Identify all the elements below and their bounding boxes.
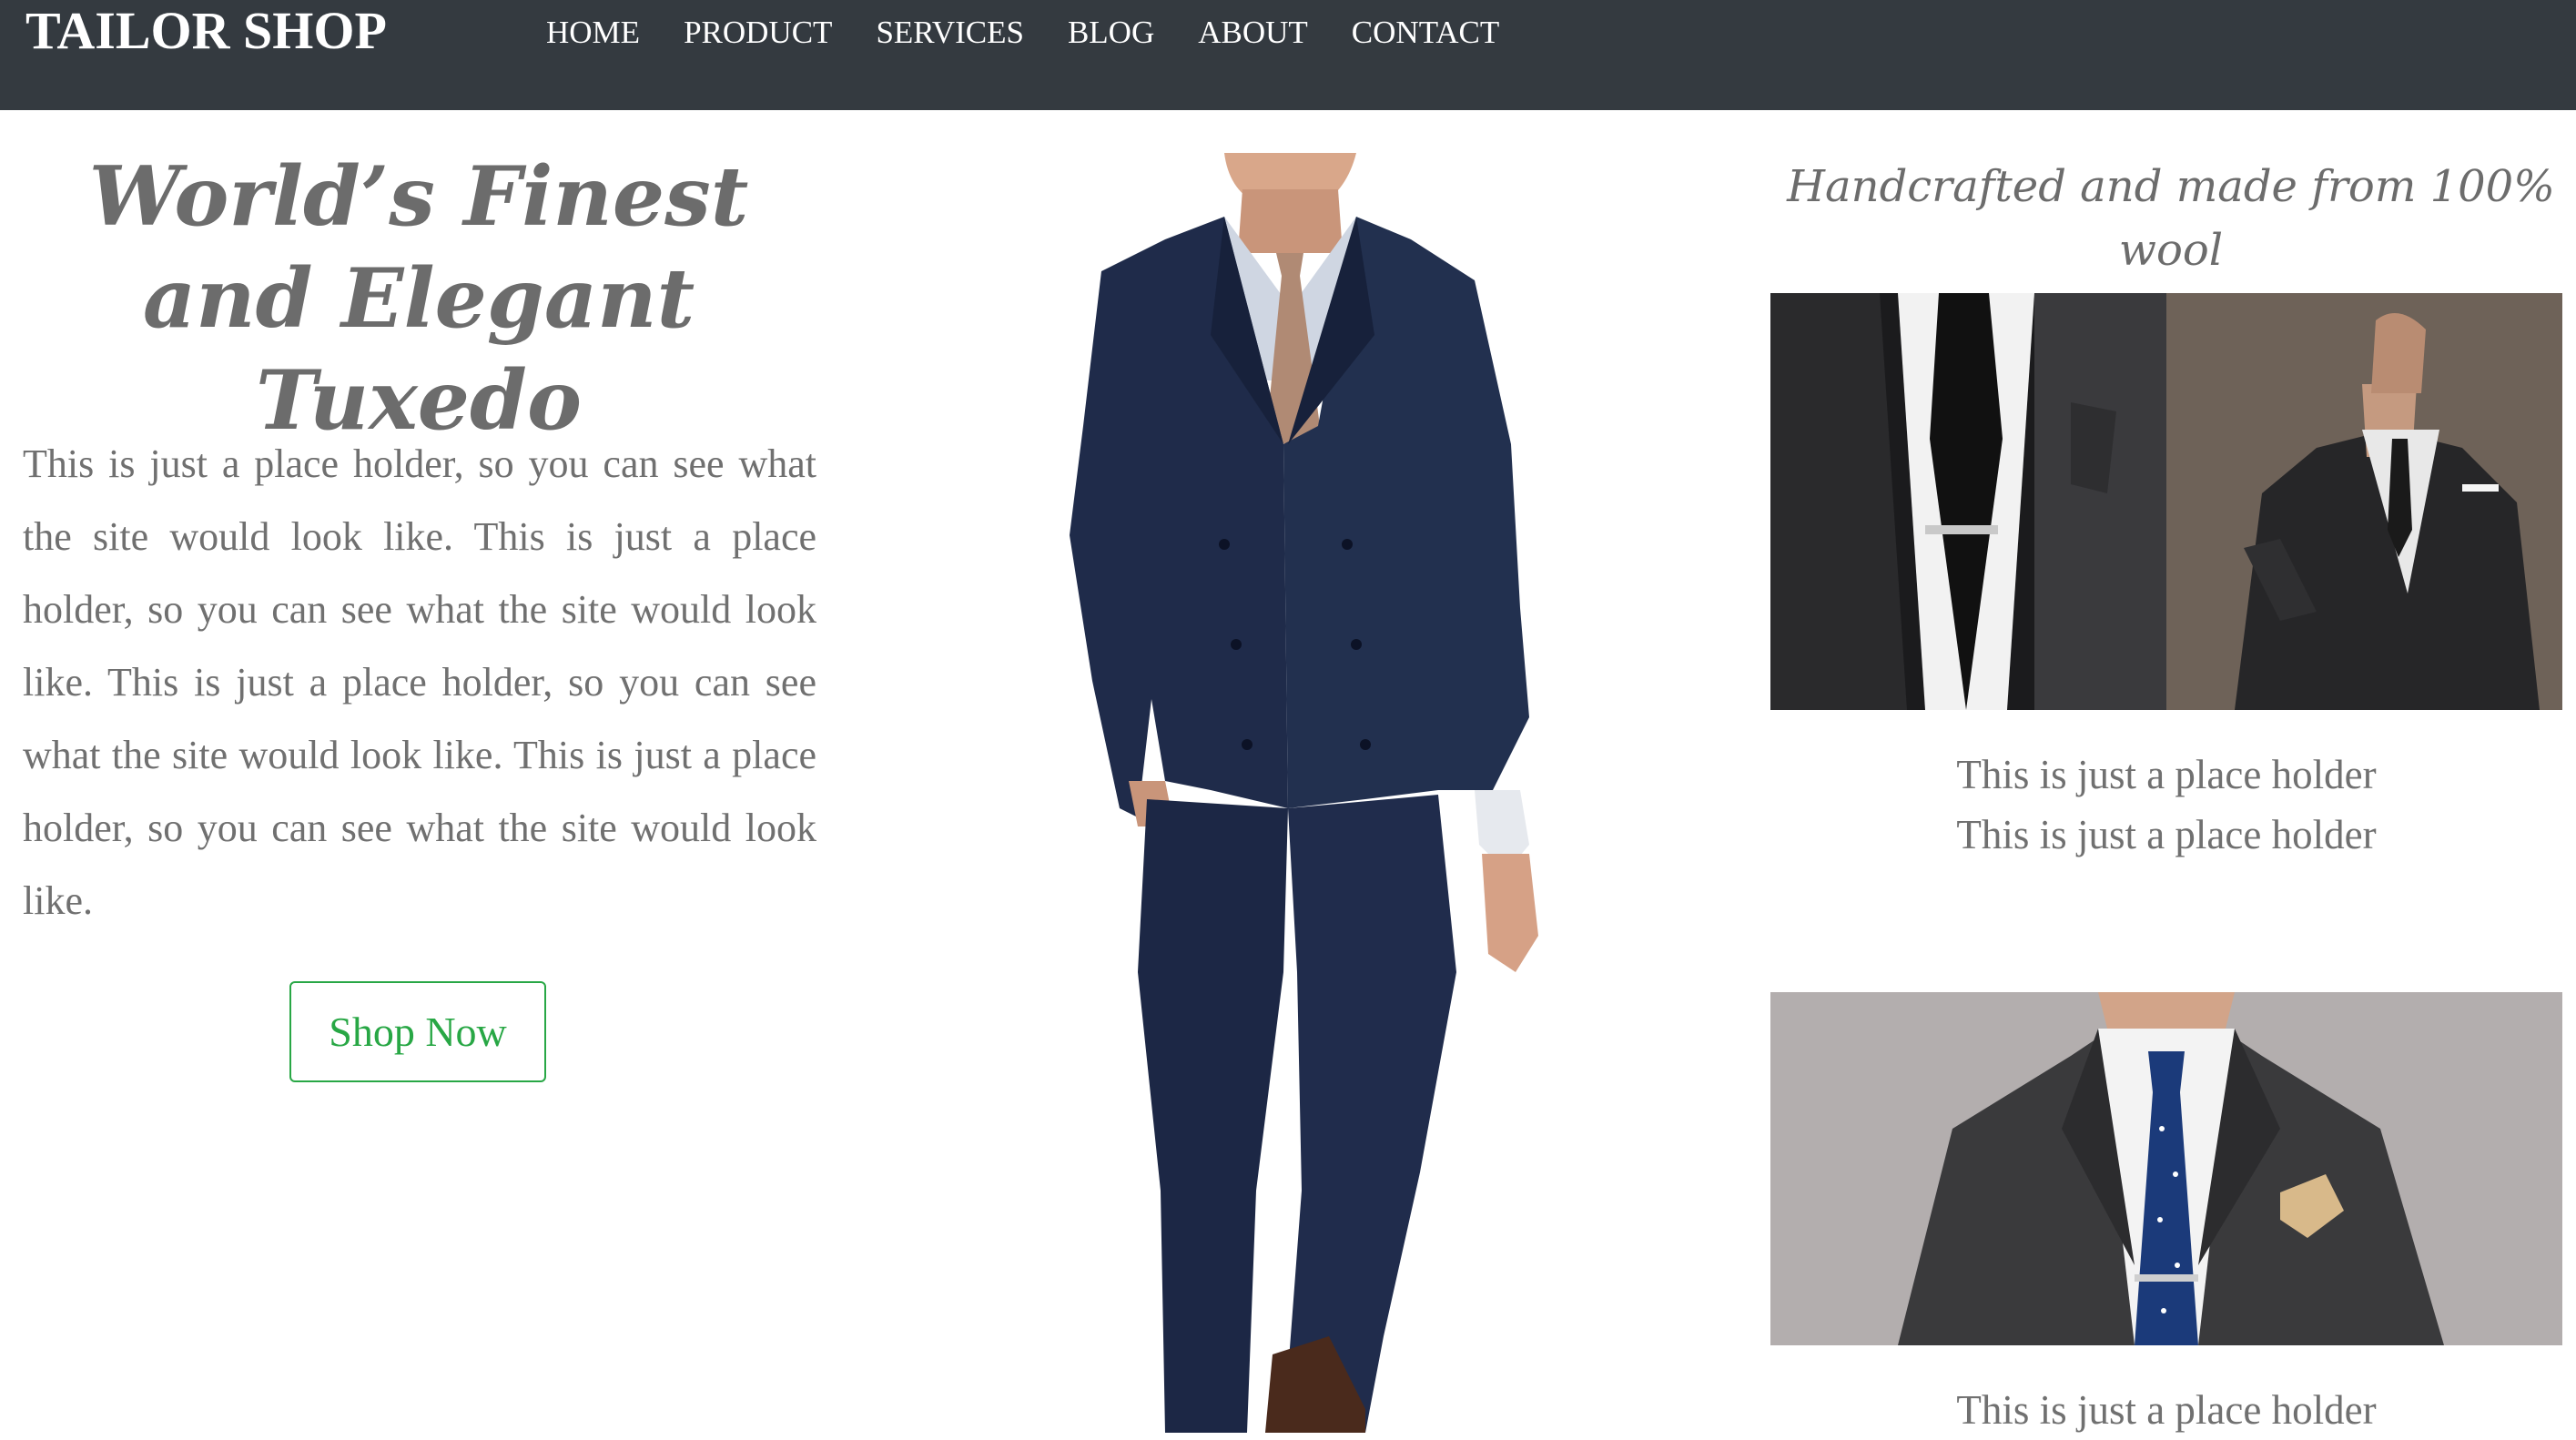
brand-logo[interactable]: TAILOR SHOP: [25, 2, 387, 60]
nav-link-home[interactable]: HOME: [546, 15, 640, 51]
side-section-title: Handcrafted and made from 100% wool: [1787, 161, 2555, 276]
shop-now-button[interactable]: Shop Now: [289, 981, 546, 1082]
nav-link-services[interactable]: SERVICES: [876, 15, 1024, 51]
suit-detail-image: [1770, 293, 2562, 710]
photo-caption-1: This is just a place holder: [1956, 752, 2377, 797]
suit-model-image: [1070, 153, 1538, 1433]
photo-caption-2: This is just a place holder: [1956, 812, 2377, 857]
nav-menu: HOME PRODUCT SERVICES BLOG ABOUT CONTACT: [546, 15, 1499, 51]
nav-link-blog[interactable]: BLOG: [1068, 15, 1154, 51]
suit-tie-image: [1770, 992, 2562, 1345]
photo-caption-3: This is just a place holder: [1956, 1387, 2377, 1433]
nav-link-about[interactable]: ABOUT: [1198, 15, 1308, 51]
hero-title: World’s Finest and Elegant Tuxedo: [88, 148, 749, 449]
hero-description: This is just a place holder, so you can …: [23, 441, 816, 923]
nav-link-product[interactable]: PRODUCT: [684, 15, 832, 51]
nav-link-contact[interactable]: CONTACT: [1352, 15, 1499, 51]
top-navbar: TAILOR SHOP HOME PRODUCT SERVICES BLOG A…: [0, 0, 2576, 110]
